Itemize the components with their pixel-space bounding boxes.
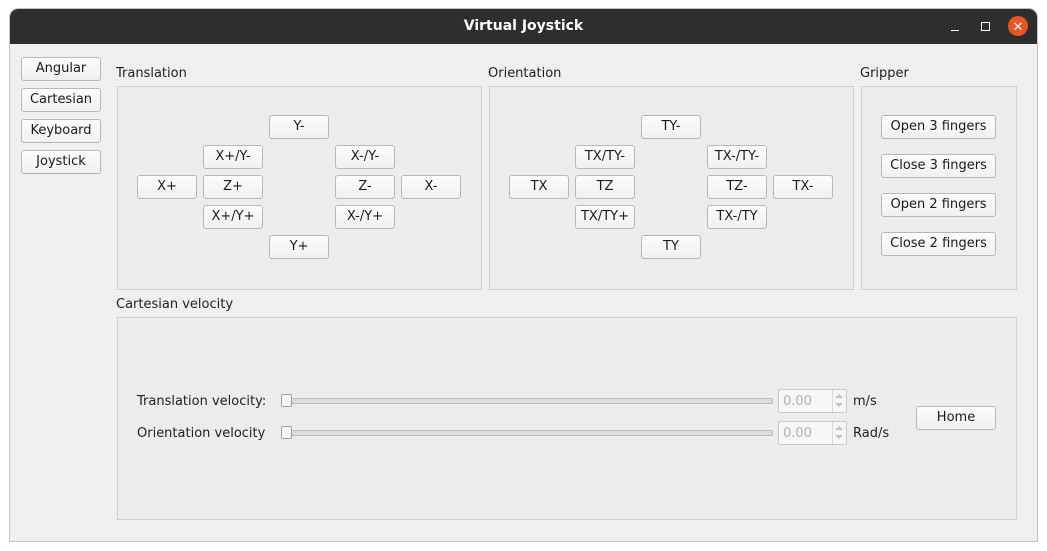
- gripper-title: Gripper: [860, 66, 909, 81]
- cartesian-velocity-title: Cartesian velocity: [116, 297, 234, 312]
- translation-z-plus-button[interactable]: Z+: [203, 175, 263, 199]
- translation-y-minus-button[interactable]: Y-: [269, 115, 329, 139]
- app-window: Virtual Joystick ✕ Angular Cartesian Key…: [10, 9, 1037, 541]
- spin-up-arrow-icon[interactable]: [835, 426, 843, 430]
- spin-down-arrow-icon[interactable]: [835, 435, 843, 439]
- translation-velocity-spinbox[interactable]: 0.00: [778, 389, 847, 413]
- minimize-icon: [951, 30, 959, 31]
- orientation-velocity-slider[interactable]: [281, 430, 773, 436]
- translation-velocity-slider[interactable]: [281, 398, 773, 404]
- orientation-tz-minus-button[interactable]: TZ-: [707, 175, 767, 199]
- minimize-button[interactable]: [945, 16, 965, 36]
- orientation-tz-button[interactable]: TZ: [575, 175, 635, 199]
- translation-title: Translation: [116, 66, 187, 81]
- angular-mode-button[interactable]: Angular: [21, 57, 101, 81]
- orientation-tx-tyminus-button[interactable]: TX/TY-: [575, 145, 635, 169]
- keyboard-mode-button[interactable]: Keyboard: [21, 119, 101, 143]
- open-2-fingers-button[interactable]: Open 2 fingers: [881, 193, 996, 217]
- orientation-velocity-spinbox[interactable]: 0.00: [778, 421, 847, 445]
- spin-down-arrow-icon[interactable]: [835, 403, 843, 407]
- orientation-velocity-slider-handle[interactable]: [281, 426, 292, 439]
- orientation-spin-arrows[interactable]: [832, 422, 846, 444]
- home-button[interactable]: Home: [916, 406, 996, 430]
- close-button[interactable]: ✕: [1008, 16, 1028, 36]
- translation-x-minus-button[interactable]: X-: [401, 175, 461, 199]
- translation-xminus-yplus-button[interactable]: X-/Y+: [335, 205, 395, 229]
- joystick-mode-button[interactable]: Joystick: [21, 150, 101, 174]
- orientation-velocity-label: Orientation velocity: [137, 426, 266, 441]
- orientation-txminus-ty-button[interactable]: TX-/TY: [707, 205, 767, 229]
- maximize-icon: [981, 22, 990, 31]
- orientation-velocity-unit: Rad/s: [853, 426, 890, 441]
- close-icon: ✕: [1012, 20, 1024, 35]
- translation-spin-arrows[interactable]: [832, 390, 846, 412]
- translation-xplus-yplus-button[interactable]: X+/Y+: [203, 205, 263, 229]
- orientation-tx-typlus-button[interactable]: TX/TY+: [575, 205, 635, 229]
- orientation-title: Orientation: [488, 66, 562, 81]
- translation-z-minus-button[interactable]: Z-: [335, 175, 395, 199]
- close-2-fingers-button[interactable]: Close 2 fingers: [881, 232, 996, 256]
- maximize-button[interactable]: [975, 16, 995, 36]
- translation-velocity-slider-handle[interactable]: [281, 394, 292, 407]
- translation-xplus-yminus-button[interactable]: X+/Y-: [203, 145, 263, 169]
- translation-y-plus-button[interactable]: Y+: [269, 235, 329, 259]
- cartesian-mode-button[interactable]: Cartesian: [21, 88, 101, 112]
- orientation-ty-button[interactable]: TY: [641, 235, 701, 259]
- translation-velocity-value: 0.00: [783, 394, 812, 409]
- cartesian-velocity-group: [117, 317, 1017, 520]
- orientation-ty-minus-button[interactable]: TY-: [641, 115, 701, 139]
- title-bar[interactable]: Virtual Joystick ✕: [10, 9, 1037, 44]
- orientation-tx-minus-button[interactable]: TX-: [773, 175, 833, 199]
- close-3-fingers-button[interactable]: Close 3 fingers: [881, 154, 996, 178]
- orientation-velocity-value: 0.00: [783, 426, 812, 441]
- orientation-tx-button[interactable]: TX: [509, 175, 569, 199]
- orientation-txminus-tyminus-button[interactable]: TX-/TY-: [707, 145, 767, 169]
- translation-x-plus-button[interactable]: X+: [137, 175, 197, 199]
- translation-velocity-label: Translation velocity:: [137, 394, 267, 409]
- open-3-fingers-button[interactable]: Open 3 fingers: [881, 115, 996, 139]
- translation-xminus-yminus-button[interactable]: X-/Y-: [335, 145, 395, 169]
- window-title: Virtual Joystick: [463, 18, 584, 34]
- spin-up-arrow-icon[interactable]: [835, 394, 843, 398]
- translation-velocity-unit: m/s: [853, 394, 877, 409]
